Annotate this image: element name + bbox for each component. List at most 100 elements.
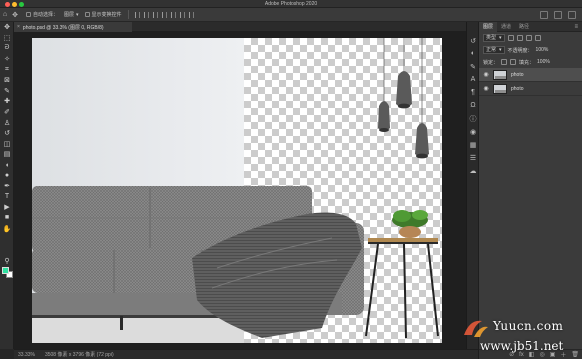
layer-name: photo [511,85,524,92]
opacity-label: 不透明度： [507,47,533,54]
document-canvas[interactable] [32,38,442,343]
marquee-icon[interactable]: ⬚ [0,33,14,44]
watermark-url: www.jb51.net [480,339,564,353]
lock-row: 锁定： 填充： 100% [479,56,582,68]
document-tab[interactable]: × photo.psd @ 33.3% (图层 0, RGB/8) [14,22,132,32]
brush-icon[interactable]: ✐ [0,107,14,118]
layer-row[interactable]: ◉ photo [479,68,582,82]
auto-select-label: 自动选择： [33,12,59,18]
color-swatches[interactable] [2,267,13,278]
close-tab-icon[interactable]: × [17,24,20,30]
align-top-icon[interactable] [161,11,167,18]
zoom-level[interactable]: 33.33% [18,352,35,358]
layers-panel: 图层 通道 路径 ≡ 类型 ▾ 正常 ▾ 不透明度： 100% 锁定： 填充： … [478,21,582,359]
move-icon[interactable]: ✥ [0,22,14,33]
auto-select-target-dropdown[interactable]: 图层 ▾ [64,11,79,19]
blend-row: 正常 ▾ 不透明度： 100% [479,44,582,56]
pendant-lamps [378,38,429,159]
tab-channels[interactable]: 通道 [497,22,515,32]
layer-thumbnail [493,69,507,80]
show-transform-label: 显示变换控件 [91,12,122,18]
show-transform-option[interactable]: 显示变换控件 [84,11,122,18]
divider [127,10,129,19]
frame-icon[interactable]: ⊠ [0,75,14,86]
shape-icon[interactable]: ■ [0,213,14,224]
align-buttons [134,11,194,18]
search-icon[interactable] [540,11,548,19]
blend-mode-value: 正常 [486,47,497,53]
zoom-icon[interactable]: ⚲ [0,256,14,267]
dodge-icon[interactable]: ● [0,170,14,181]
app-title: Adobe Photoshop 2020 [264,1,318,7]
auto-select-checkbox[interactable] [26,12,31,17]
visibility-eye-icon[interactable]: ◉ [483,72,489,78]
home-icon[interactable]: ⌂ [0,11,10,19]
align-center-icon[interactable] [143,11,149,18]
side-table-plant [365,210,439,339]
pen-icon[interactable]: ✒ [0,181,14,192]
stamp-icon[interactable]: ♙ [0,117,14,128]
tab-layers[interactable]: 图层 [479,21,498,32]
chevron-down-icon: ▾ [499,47,502,53]
align-bottom-icon[interactable] [179,11,185,18]
gradient-icon[interactable]: ▤ [0,149,14,160]
history-brush-icon[interactable]: ↺ [0,128,14,139]
chevron-down-icon: ▾ [499,35,502,41]
fill-label: 填充： [519,59,535,66]
fill-value[interactable]: 100% [537,59,550,65]
healing-icon[interactable]: ✚ [0,96,14,107]
document-tab-label: photo.psd @ 33.3% (图层 0, RGB/8) [22,24,104,31]
eraser-icon[interactable]: ◫ [0,139,14,150]
blend-mode-dropdown[interactable]: 正常 ▾ [483,46,505,54]
layer-list: ◉ photo ◉ photo [479,68,582,96]
opacity-value[interactable]: 100% [536,47,549,53]
align-middle-icon[interactable] [170,11,176,18]
foreground-color-swatch[interactable] [2,267,9,274]
filter-row: 类型 ▾ [479,32,582,44]
lock-position-icon[interactable] [510,59,517,65]
panel-menu-icon[interactable]: ≡ [574,24,578,30]
magic-wand-icon[interactable]: ✧ [0,54,14,65]
panel-icon-strip: ↺ ◐ ✎ A ¶ Ωⓘ ◉ ▦ ☰ ☁ [466,22,478,349]
show-transform-checkbox[interactable] [84,12,90,17]
panel-tabs: 图层 通道 路径 ≡ [479,21,582,32]
auto-select-value: 图层 [64,12,75,18]
document-tab-bar: × photo.psd @ 33.3% (图层 0, RGB/8) [14,22,478,32]
distribute-icon[interactable] [188,11,194,18]
title-bar: Adobe Photoshop 2020 [0,0,582,8]
kind-filter-label: 类型 [486,35,497,41]
move-tool-preset-icon[interactable]: ✥ [10,11,20,19]
layer-row[interactable]: ◉ photo [479,82,582,96]
lock-label: 锁定： [483,59,499,66]
align-left-icon[interactable] [134,11,140,18]
filter-type-icon[interactable] [525,35,532,41]
tab-paths[interactable]: 路径 [515,22,533,32]
type-icon[interactable]: T [0,192,14,203]
document-info[interactable]: 3508 像素 x 3796 像素 (72 ppi) [45,351,114,358]
eyedropper-icon[interactable]: ✎ [0,86,14,97]
kind-filter-dropdown[interactable]: 类型 ▾ [483,34,505,42]
filter-pixel-icon[interactable] [507,35,514,41]
visibility-eye-icon[interactable]: ◉ [483,86,489,92]
layer-name: photo [511,71,524,78]
align-right-icon[interactable] [152,11,158,18]
filter-adjust-icon[interactable] [516,35,523,41]
layer-thumbnail [493,83,507,94]
hand-icon[interactable]: ✋ [0,223,14,234]
lock-pixels-icon[interactable] [501,59,508,65]
tools-panel: ✥⬚ᘐ✧⌗⊠✎✚✐♙↺◫▤◖●✒T▶■✋⚲⋯ [0,22,14,349]
workspace-icon[interactable] [554,11,562,19]
chevron-down-icon: ▾ [76,11,79,18]
path-select-icon[interactable]: ▶ [0,202,14,213]
filter-shape-icon[interactable] [534,35,541,41]
options-bar: ⌂ ✥ 自动选择： 图层 ▾ 显示变换控件 [0,8,582,22]
options-right [540,11,576,19]
share-icon[interactable] [568,11,576,19]
auto-select-option[interactable]: 自动选择： [26,11,58,18]
crop-icon[interactable]: ⌗ [0,64,14,75]
blur-icon[interactable]: ◖ [0,160,14,171]
canvas-area[interactable] [14,32,478,349]
status-bar: 33.33% 3508 像素 x 3796 像素 (72 ppi) [14,349,478,359]
watermark-logo-icon [464,320,488,337]
lasso-icon[interactable]: ᘐ [0,43,14,54]
